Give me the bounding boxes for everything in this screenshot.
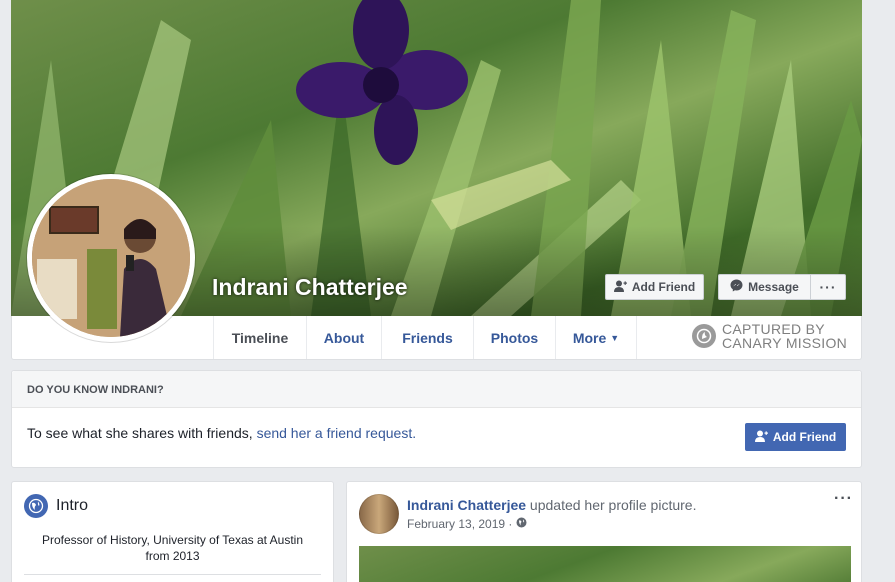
caret-down-icon: ▼ [610,332,620,343]
add-friend-icon [754,430,768,445]
more-dots-icon: ··· [819,279,837,295]
tab-friends[interactable]: Friends [381,316,473,359]
tab-more[interactable]: More ▼ [555,316,637,359]
post-action-text: updated her profile picture. [526,497,697,513]
intro-title: Intro [56,497,89,514]
tab-photos[interactable]: Photos [473,316,555,359]
tab-about-label: About [323,329,365,346]
tab-timeline[interactable]: Timeline [213,316,306,359]
watermark-line1: CAPTURED BY [722,321,825,337]
messenger-icon [730,279,743,295]
profile-photo [32,179,190,337]
post-image[interactable] [359,546,851,582]
more-options-button[interactable]: ··· [810,274,846,300]
tab-timeline-label: Timeline [231,329,289,346]
message-label: Message [748,280,799,294]
send-friend-request-link[interactable]: send her a friend request. [257,425,417,441]
canary-mission-watermark: CAPTURED BY CANARY MISSION [692,322,847,350]
message-button[interactable]: Message [718,274,810,300]
tab-more-label: More [572,329,607,346]
post-author-link[interactable]: Indrani Chatterjee [407,497,526,513]
post-options-button[interactable]: ··· [834,490,853,508]
watermark-line2: CANARY MISSION [722,335,848,351]
profile-avatar[interactable] [27,174,195,342]
post-date[interactable]: February 13, 2019 · [407,517,512,531]
post-author-avatar[interactable] [359,494,399,534]
do-you-know-text: To see what she shares with friends, [27,425,257,441]
globe-icon [24,494,48,518]
add-friend-label: Add Friend [631,280,696,294]
do-you-know-card: DO YOU KNOW INDRANI? To see what she sha… [11,370,862,468]
intro-card: Intro Professor of History, University o… [11,481,334,582]
tab-friends-label: Friends [402,329,453,346]
add-friend-primary-button[interactable]: Add Friend [745,423,846,451]
profile-name[interactable]: Indrani Chatterjee [212,274,408,301]
post-card: Indrani Chatterjee updated her profile p… [346,481,862,582]
tab-about[interactable]: About [306,316,381,359]
intro-divider [24,574,321,575]
intro-bio: Professor of History, University of Texa… [42,533,303,563]
do-you-know-title: DO YOU KNOW INDRANI? [12,371,861,408]
add-friend-button[interactable]: Add Friend [605,274,704,300]
tab-photos-label: Photos [490,329,539,346]
public-globe-icon [516,517,527,531]
profile-photo-art [32,179,190,337]
add-friend-icon [613,280,627,295]
add-friend-primary-label: Add Friend [772,430,837,444]
canary-logo-icon [692,324,716,348]
